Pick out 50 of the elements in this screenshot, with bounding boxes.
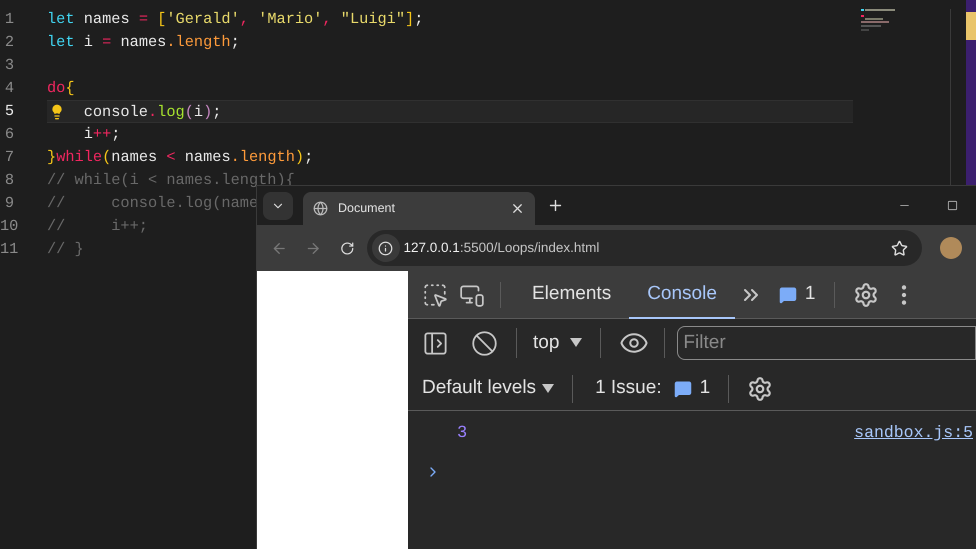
line-number: 2: [4, 32, 14, 53]
line-number: 8: [4, 170, 14, 191]
code-line: i++;: [84, 124, 120, 145]
line-number: 5: [4, 101, 14, 122]
info-icon[interactable]: [378, 240, 394, 256]
code-line: }while(names < names.length);: [47, 147, 314, 168]
issues-label: 1 Issue:: [595, 376, 662, 400]
settings-icon[interactable]: [852, 282, 878, 308]
source-link[interactable]: sandbox.js:5: [854, 421, 973, 446]
issues-count: 1: [804, 282, 816, 306]
code-line: let i = names.length;: [47, 32, 240, 53]
line-number: 4: [4, 78, 14, 99]
line-number: 6: [4, 124, 14, 145]
line-number: 9: [4, 193, 14, 214]
filter-field[interactable]: Filter: [677, 326, 976, 360]
code-line: // while(i < names.length){: [47, 170, 295, 191]
reload-icon[interactable]: [340, 240, 355, 256]
code-line: do{: [47, 78, 75, 99]
caret-icon: [542, 384, 554, 394]
sidebar-icon[interactable]: [422, 330, 449, 356]
devtools-tab[interactable]: Elements: [514, 271, 630, 318]
line-number: 3: [4, 55, 14, 76]
globe-icon: [313, 201, 328, 216]
clear-icon[interactable]: [471, 330, 498, 356]
code-line: // console.log(name: [47, 193, 258, 214]
address-bar[interactable]: 127.0.0.1:5500/Loops/index.html: [366, 230, 922, 266]
url-text: 127.0.0.1:5500/Loops/index.html: [404, 238, 600, 257]
code-line: console.log(i);: [84, 102, 222, 122]
context-dropdown[interactable]: top: [533, 328, 582, 358]
log-value: 3: [457, 422, 468, 445]
message-icon[interactable]: [674, 380, 692, 398]
close-icon[interactable]: [510, 201, 525, 216]
code-line: // }: [47, 239, 84, 260]
profile-avatar[interactable]: [940, 237, 962, 259]
caret-icon: [570, 338, 582, 348]
code-line: let names = ['Gerald', 'Mario', "Luigi"];: [47, 9, 424, 30]
line-number: 7: [4, 147, 14, 168]
message-icon[interactable]: [778, 286, 797, 304]
new-tab-icon[interactable]: [547, 197, 564, 214]
devtools-tab[interactable]: Console: [629, 271, 735, 318]
line-number: 1: [4, 9, 14, 30]
issues-count: 1: [700, 376, 710, 400]
tab-title: Document: [338, 200, 396, 218]
settings-icon[interactable]: [747, 376, 774, 402]
levels-dropdown[interactable]: Default levels: [422, 374, 554, 403]
star-icon[interactable]: [890, 240, 908, 256]
maximize-icon[interactable]: [947, 200, 958, 211]
browser-tab[interactable]: Document: [303, 192, 535, 225]
code-line: // i++;: [47, 216, 148, 237]
inspect-icon[interactable]: [422, 282, 448, 308]
